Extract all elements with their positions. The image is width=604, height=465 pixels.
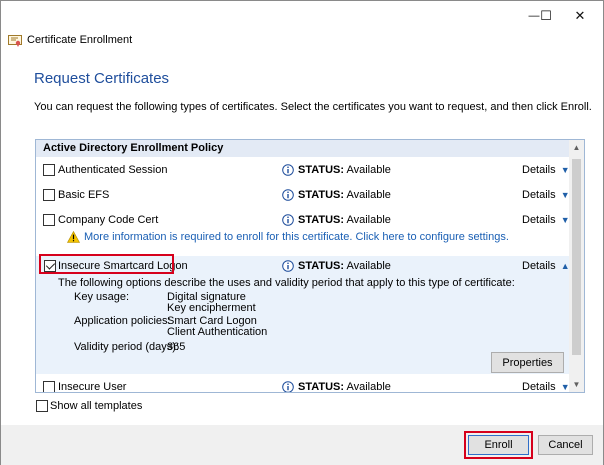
key-usage-value: Key encipherment [167, 302, 256, 314]
certificate-name: Insecure User [58, 381, 127, 393]
close-icon: ✕ [574, 8, 586, 23]
status-label: STATUS: [298, 164, 345, 176]
status-value: Available [346, 260, 391, 272]
configure-settings-link[interactable]: More information is required to enroll f… [84, 230, 509, 244]
details-toggle[interactable]: Details ▼ [522, 380, 570, 392]
status-value: Available [346, 214, 391, 226]
certificate-name: Company Code Cert [58, 214, 159, 226]
certificate-name: Basic EFS [58, 189, 110, 201]
cancel-button[interactable]: Cancel [538, 435, 593, 455]
scrollbar-thumb[interactable] [572, 159, 581, 355]
list-scrollbar[interactable]: ▲ ▼ [569, 140, 584, 392]
application-policies-label: Application policies: [74, 315, 171, 327]
status-value: Available [346, 189, 391, 201]
status-value: Available [346, 164, 391, 176]
details-toggle[interactable]: Details ▼ [522, 163, 570, 177]
info-icon [282, 189, 294, 201]
warning-icon [67, 231, 80, 243]
wizard-title: Certificate Enrollment [27, 34, 133, 46]
status-value: Available [346, 381, 391, 393]
page-title: Request Certificates [34, 70, 170, 87]
intro-text: You can request the following types of c… [34, 101, 592, 113]
certificate-checkbox[interactable] [43, 381, 55, 392]
show-all-templates-checkbox[interactable] [36, 400, 48, 412]
key-usage-label: Key usage: [74, 291, 130, 303]
certificate-checkbox[interactable] [43, 214, 55, 226]
certificate-icon [8, 35, 22, 47]
certificate-checkbox[interactable] [43, 164, 55, 176]
status-label: STATUS: [298, 381, 345, 393]
show-all-templates-label: Show all templates [50, 400, 143, 412]
certificate-list: Active Directory Enrollment Policy Authe… [35, 139, 585, 393]
certificate-enrollment-window: — ☐ ✕ Certificate Enrollment Request Cer… [0, 0, 604, 465]
status-label: STATUS: [298, 189, 345, 201]
details-description: The following options describe the uses … [58, 277, 515, 289]
properties-button[interactable]: Properties [491, 352, 564, 373]
validity-period-label: Validity period (days): [74, 341, 179, 353]
title-bar: — ☐ ✕ [1, 1, 603, 32]
status-label: STATUS: [298, 260, 345, 272]
highlight-box [39, 254, 174, 274]
status-label: STATUS: [298, 214, 345, 226]
certificate-checkbox[interactable] [43, 189, 55, 201]
close-button[interactable]: ✕ [557, 1, 603, 31]
policy-group-header: Active Directory Enrollment Policy [36, 140, 569, 157]
maximize-icon: ☐ [540, 8, 552, 23]
info-icon [282, 381, 294, 392]
details-toggle[interactable]: Details ▼ [522, 188, 570, 202]
certificate-name: Authenticated Session [58, 164, 168, 176]
info-icon [282, 214, 294, 226]
info-icon [282, 164, 294, 176]
enroll-button[interactable]: Enroll [468, 435, 529, 455]
scroll-down-icon[interactable]: ▼ [569, 377, 584, 392]
info-icon [282, 260, 294, 272]
details-toggle[interactable]: Details ▼ [522, 213, 570, 227]
application-policy-value: Client Authentication [167, 326, 268, 338]
scroll-up-icon[interactable]: ▲ [569, 140, 584, 155]
details-toggle[interactable]: Details ▲ [522, 259, 570, 273]
validity-period-value: 365 [167, 341, 186, 353]
